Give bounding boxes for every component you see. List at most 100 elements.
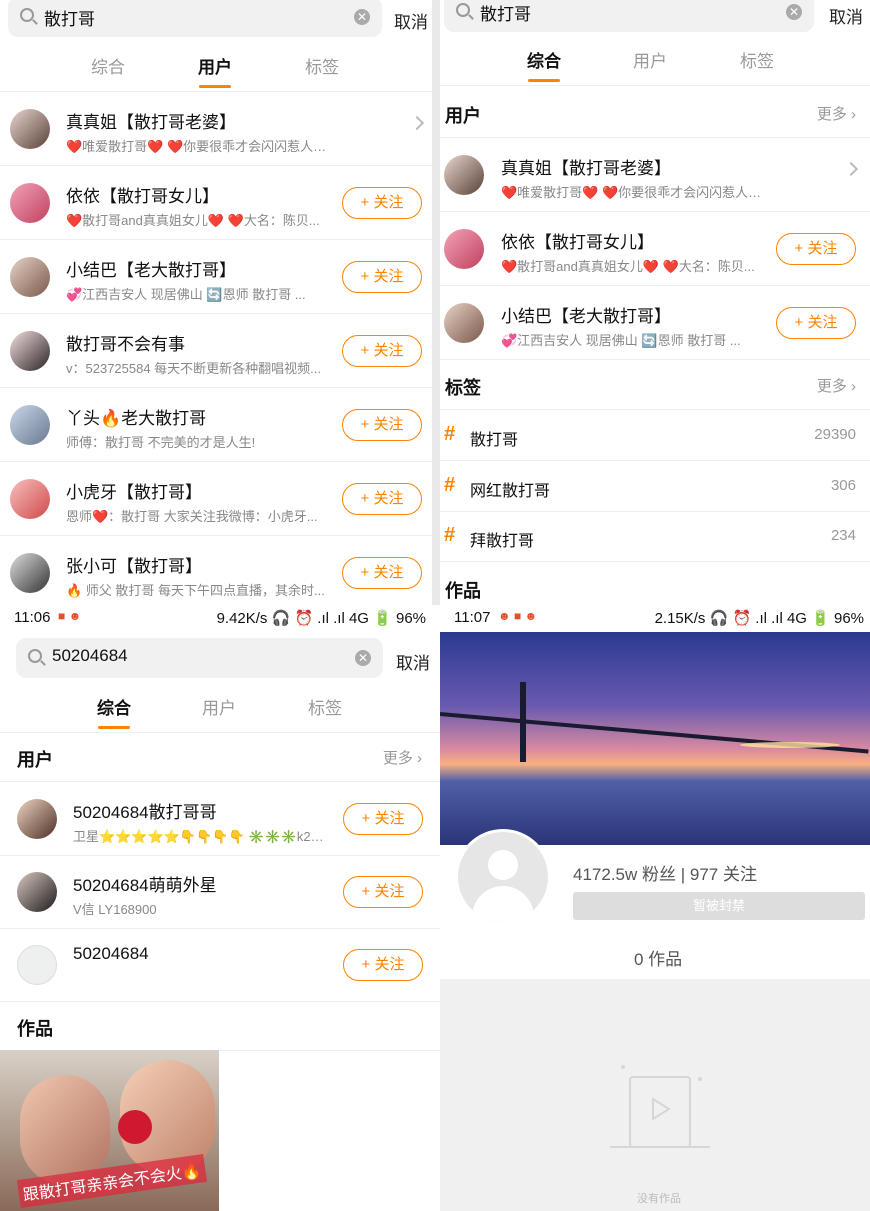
cancel-button[interactable]: 取消 <box>396 649 430 674</box>
follow-button[interactable]: + 关注 <box>343 949 423 981</box>
banned-button[interactable]: 暂被封禁 <box>573 892 865 920</box>
search-results-users-panel: 散打哥 ✕ 取消 综合 用户 标签 真真姐【散打哥老婆】 ❤️唯爱散打哥❤️ ❤… <box>0 0 432 605</box>
clear-icon[interactable]: ✕ <box>786 4 802 20</box>
follow-button[interactable]: + 关注 <box>343 876 423 908</box>
users-section-header: 用户 更多 › <box>440 88 870 138</box>
notification-icon: ☻ ■ ☻ <box>498 609 538 623</box>
more-link[interactable]: 更多 › <box>817 103 856 124</box>
user-desc: 💞江西吉安人 现居佛山 🔄恩师 散打哥 ... <box>66 287 306 302</box>
user-desc: ❤️唯爱散打哥❤️ ❤️你要很乖才会闪闪惹人爱 ❤️ 👗 \/... <box>501 185 771 200</box>
user-row[interactable]: 小结巴【老大散打哥】 💞江西吉安人 现居佛山 🔄恩师 散打哥 ... + 关注 <box>440 286 870 360</box>
tab-users[interactable]: 用户 <box>184 689 254 729</box>
tag-count: 234 <box>830 527 856 544</box>
user-desc: v：523725584 每天不断更新各种翻唱视频... <box>66 361 322 376</box>
status-time: 11:06 <box>14 609 51 626</box>
user-desc: 恩师❤️：散打哥 大家关注我微博：小虎牙... <box>66 509 318 524</box>
avatar <box>10 479 50 519</box>
search-bar[interactable]: 散打哥 ✕ <box>444 0 814 32</box>
tab-users[interactable]: 用户 <box>180 48 250 88</box>
user-name: 丫头🔥老大散打哥 <box>66 409 207 428</box>
search-input[interactable]: 50204684 <box>52 646 128 666</box>
follow-button[interactable]: + 关注 <box>342 187 422 219</box>
user-name: 真真姐【散打哥老婆】 <box>501 159 671 178</box>
user-row[interactable]: 小结巴【老大散打哥】 💞江西吉安人 现居佛山 🔄恩师 散打哥 ... + 关注 <box>0 240 432 314</box>
search-bar[interactable]: 50204684 ✕ <box>16 638 383 678</box>
follow-button[interactable]: + 关注 <box>342 335 422 367</box>
lips-image <box>118 1110 152 1144</box>
follow-button[interactable]: + 关注 <box>342 557 422 589</box>
tab-users[interactable]: 用户 <box>615 42 685 82</box>
tag-row[interactable]: # 网红散打哥 306 <box>440 462 870 512</box>
user-row[interactable]: 小虎牙【散打哥】 恩师❤️：散打哥 大家关注我微博：小虎牙... + 关注 <box>0 462 432 536</box>
user-row[interactable]: 50204684散打哥哥 卫星⭐⭐⭐⭐⭐👇👇👇👇 ✳️✳️✳️k20700...… <box>0 782 440 856</box>
user-row[interactable]: 张小可【散打哥】 🔥 师父 散打哥 每天下午四点直播，其余时... + 关注 <box>0 536 432 605</box>
follow-button[interactable]: + 关注 <box>342 261 422 293</box>
avatar[interactable] <box>455 829 551 925</box>
user-desc: 师傅：散打哥 不完美的才是人生! <box>66 435 256 450</box>
user-desc: ❤️散打哥and真真姐女儿❤️ ❤️大名：陈贝... <box>501 259 755 274</box>
works-count[interactable]: 0 作品 <box>634 945 682 970</box>
tab-all[interactable]: 综合 <box>509 42 579 82</box>
cancel-button[interactable]: 取消 <box>829 3 863 28</box>
user-row[interactable]: 依依【散打哥女儿】 ❤️散打哥and真真姐女儿❤️ ❤️大名：陈贝... + 关… <box>0 166 432 240</box>
user-name: 依依【散打哥女儿】 <box>66 187 219 206</box>
search-input[interactable]: 散打哥 <box>480 0 531 25</box>
search-bar[interactable]: 散打哥 ✕ <box>8 0 382 37</box>
section-title: 用户 <box>17 750 53 770</box>
works-section-title: 作品 <box>445 581 481 601</box>
follow-button[interactable]: + 关注 <box>342 483 422 515</box>
more-link[interactable]: 更多 › <box>383 747 422 768</box>
status-time: 11:07 <box>454 609 491 626</box>
search-icon <box>456 3 470 17</box>
tag-row[interactable]: # 散打哥 29390 <box>440 411 870 461</box>
search-input[interactable]: 散打哥 <box>44 5 95 30</box>
avatar <box>10 331 50 371</box>
hashtag-icon: # <box>444 474 456 496</box>
avatar <box>17 945 57 985</box>
user-row[interactable]: 真真姐【散打哥老婆】 ❤️唯爱散打哥❤️ ❤️你要很乖才会闪闪惹人爱 ❤️ 👗 … <box>0 92 432 166</box>
avatar <box>10 405 50 445</box>
avatar <box>444 155 484 195</box>
tab-tags[interactable]: 标签 <box>722 42 792 82</box>
tab-tags[interactable]: 标签 <box>290 689 360 729</box>
follow-button[interactable]: + 关注 <box>776 233 856 265</box>
tag-row[interactable]: # 拜散打哥 234 <box>440 512 870 562</box>
user-desc: 🔥 师父 散打哥 每天下午四点直播，其余时... <box>66 583 325 598</box>
tab-tags[interactable]: 标签 <box>287 48 357 88</box>
section-title: 作品 <box>17 1019 53 1039</box>
user-name: 50204684萌萌外星 <box>73 876 217 895</box>
empty-works-area: 没有作品 <box>440 979 870 1211</box>
avatar <box>10 109 50 149</box>
user-row[interactable]: 散打哥不会有事 v：523725584 每天不断更新各种翻唱视频... + 关注 <box>0 314 432 388</box>
hashtag-icon: # <box>444 524 456 546</box>
clear-icon[interactable]: ✕ <box>354 9 370 25</box>
user-desc: V信 LY168900 <box>73 902 157 917</box>
user-row[interactable]: 50204684萌萌外星 V信 LY168900 + 关注 <box>0 855 440 929</box>
cancel-button[interactable]: 取消 <box>394 8 428 33</box>
user-row[interactable]: 依依【散打哥女儿】 ❤️散打哥and真真姐女儿❤️ ❤️大名：陈贝... + 关… <box>440 212 870 286</box>
user-row[interactable]: 真真姐【散打哥老婆】 ❤️唯爱散打哥❤️ ❤️你要很乖才会闪闪惹人爱 ❤️ 👗 … <box>440 138 870 212</box>
status-bar: 11:06 ■ ☻ 9.42K/s 🎧 ⏰ .ıl .ıl 4G 🔋 96% <box>0 605 440 630</box>
more-link[interactable]: 更多 › <box>817 375 856 396</box>
tag-count: 29390 <box>814 426 856 443</box>
follow-button[interactable]: + 关注 <box>342 409 422 441</box>
user-row[interactable]: 丫头🔥老大散打哥 师傅：散打哥 不完美的才是人生! + 关注 <box>0 388 432 462</box>
user-row[interactable]: 50204684 + 关注 <box>0 928 440 1002</box>
user-desc: ❤️唯爱散打哥❤️ ❤️你要很乖才会闪闪惹人爱 ❤️ 👗 \/... <box>66 139 336 154</box>
clear-icon[interactable]: ✕ <box>355 650 371 666</box>
tab-bar: 综合 用户 标签 <box>0 48 432 92</box>
empty-video-icon <box>610 1065 710 1148</box>
tag-count: 306 <box>830 477 856 494</box>
follow-button[interactable]: + 关注 <box>776 307 856 339</box>
tab-all[interactable]: 综合 <box>79 689 149 729</box>
tab-all[interactable]: 综合 <box>73 48 143 88</box>
search-results-number-panel: 11:06 ■ ☻ 9.42K/s 🎧 ⏰ .ıl .ıl 4G 🔋 96% 5… <box>0 605 440 1211</box>
follow-button[interactable]: + 关注 <box>343 803 423 835</box>
chevron-right-icon <box>409 115 425 131</box>
avatar-body <box>472 886 534 922</box>
section-title: 标签 <box>445 378 481 398</box>
work-thumbnail[interactable]: 跟散打哥亲亲会不会火🔥 <box>0 1050 219 1211</box>
sunset-glow <box>740 742 840 748</box>
search-icon <box>28 649 42 663</box>
user-name: 散打哥不会有事 <box>66 335 185 354</box>
